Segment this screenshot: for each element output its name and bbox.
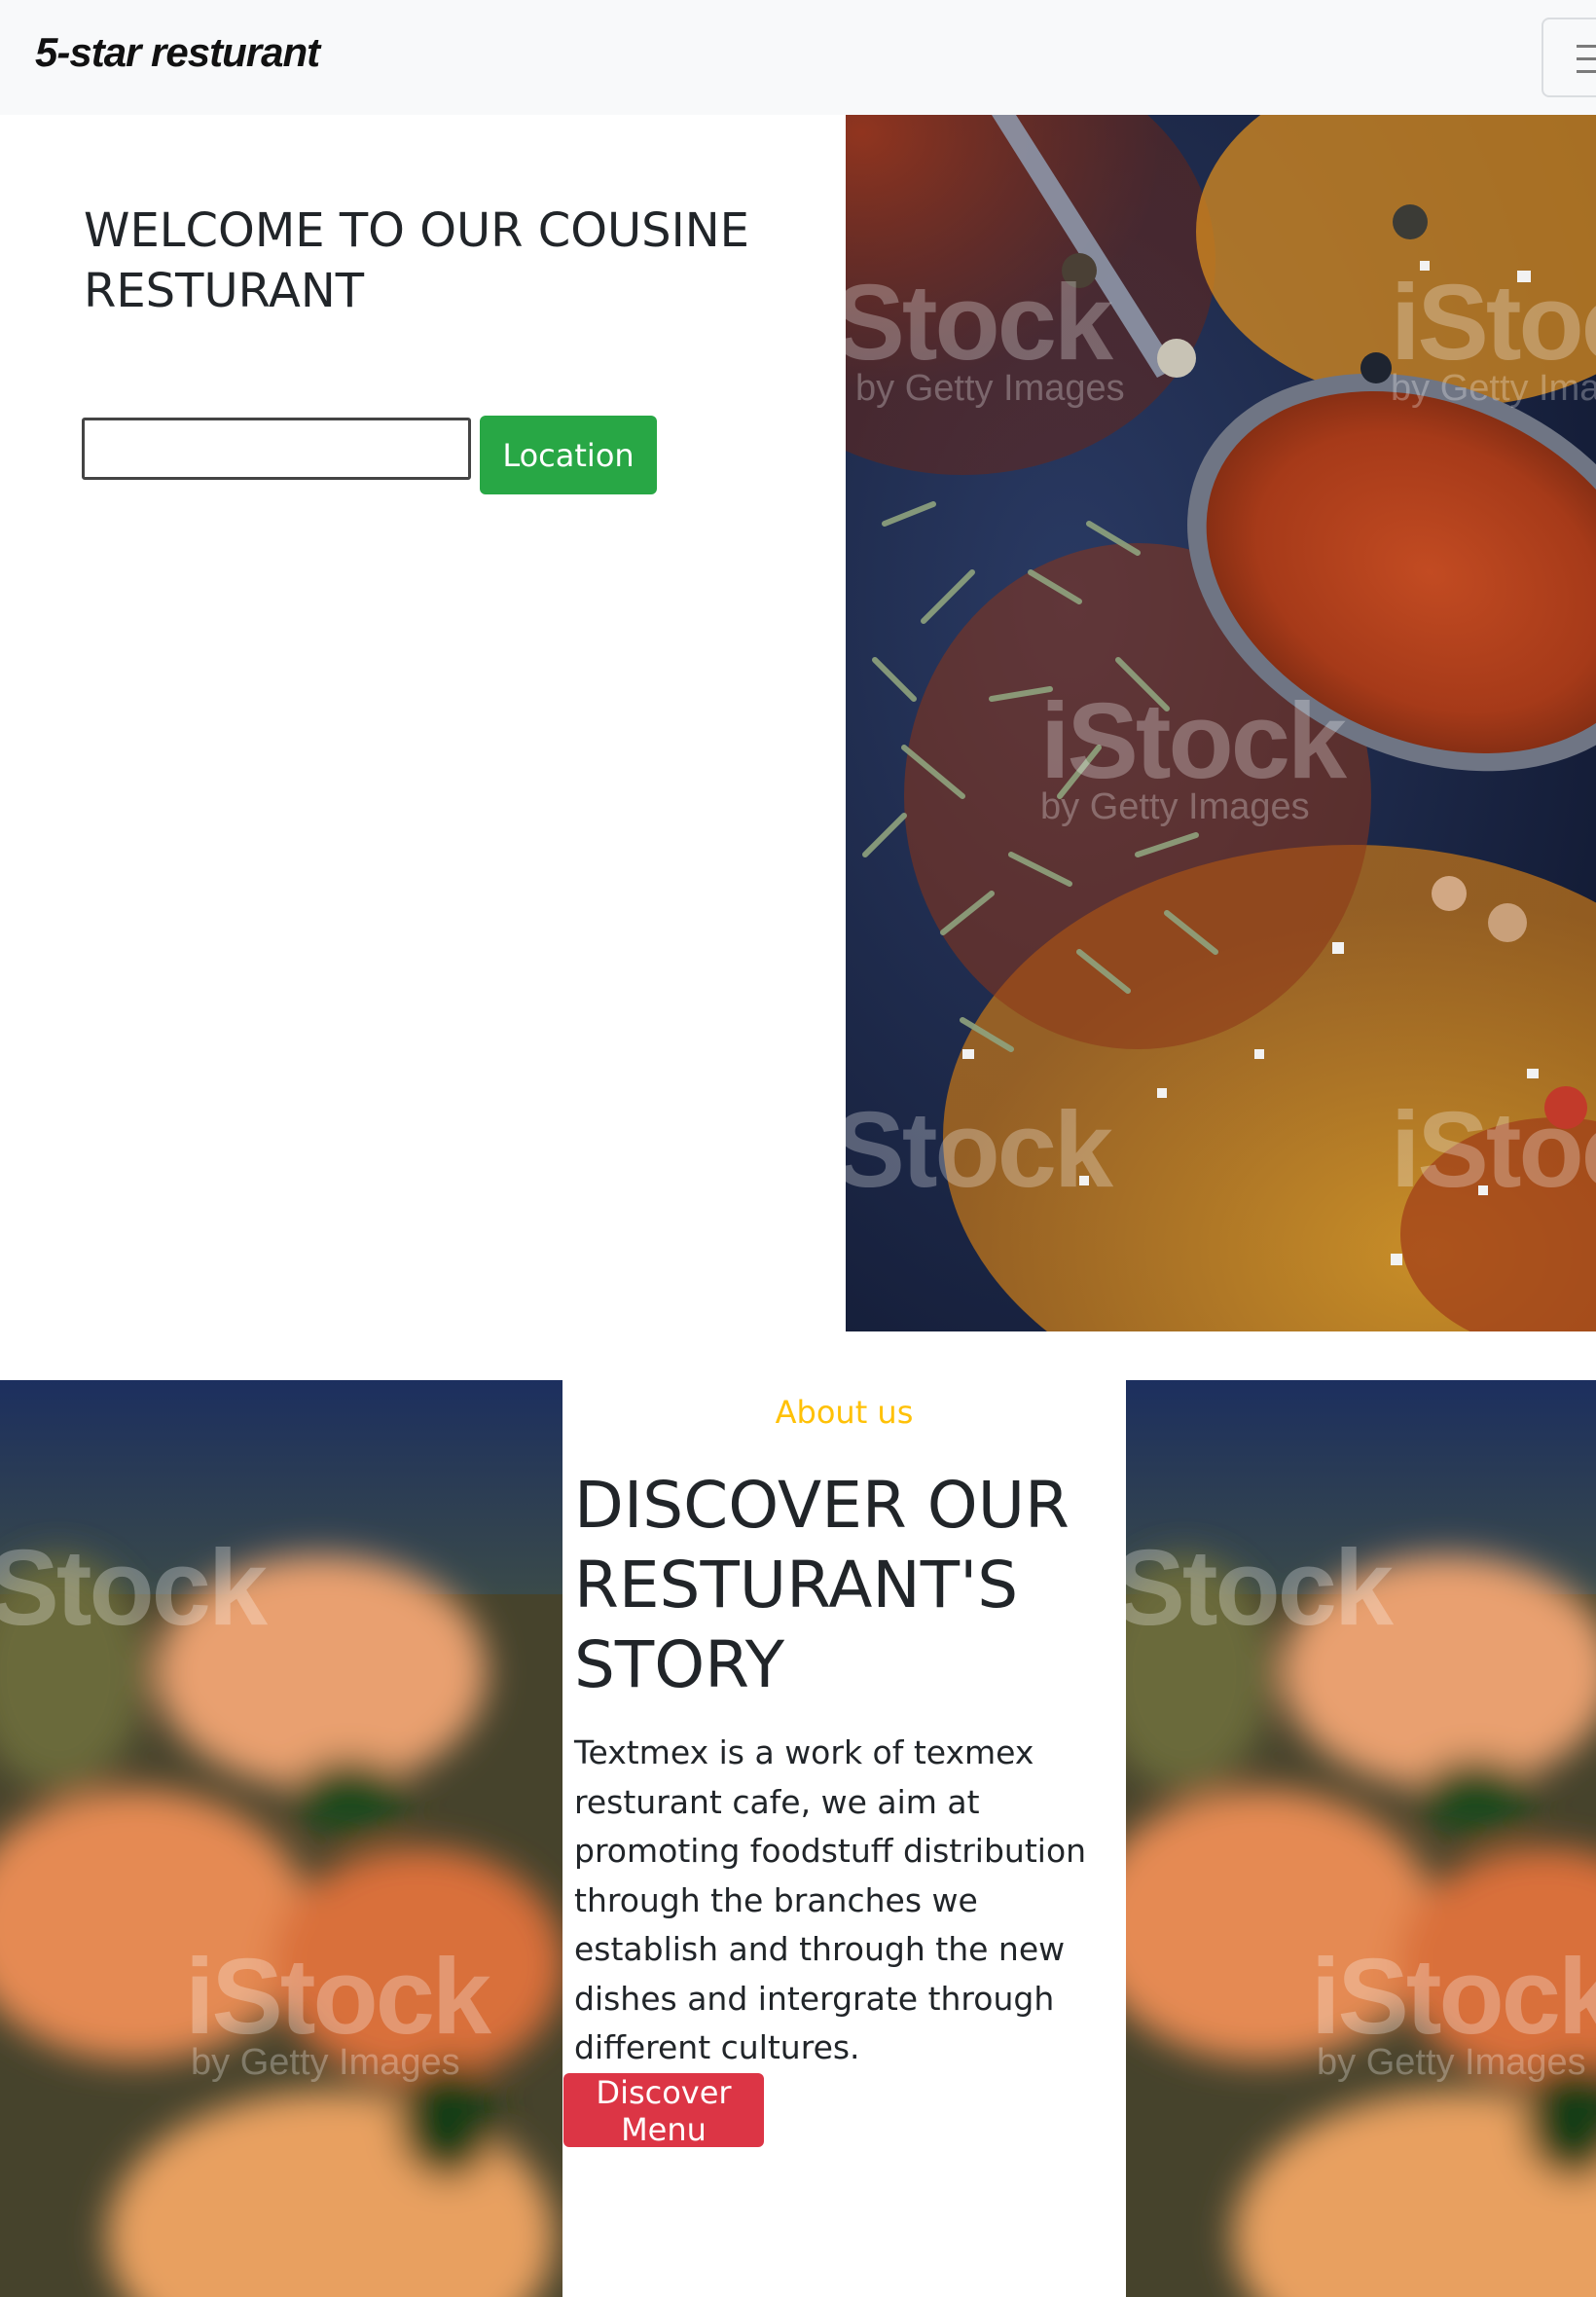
about-title: DISCOVER OUR RESTURANT'S STORY — [574, 1468, 1070, 1702]
discover-menu-button[interactable]: Discover Menu — [563, 2073, 764, 2148]
hero-title: WELCOME TO OUR COUSINE RESTURANT — [84, 203, 749, 318]
shrimp-image-left: iStock iStock by Getty Images — [0, 1380, 562, 2297]
about-text: Textmex is a work of texmex resturant ca… — [574, 1733, 1087, 2066]
about-section: About us DISCOVER OUR RESTURANT'S STORY … — [562, 1380, 1126, 2297]
navbar-toggler-button[interactable] — [1542, 18, 1596, 97]
location-button[interactable]: Location — [480, 416, 657, 494]
about-kicker: About us — [775, 1394, 914, 1431]
hamburger-icon — [1577, 45, 1596, 83]
shrimp-image-right: iStock iStock by Getty Images — [1126, 1380, 1596, 2297]
spices-image: iStock by Getty Images iStock by Getty I… — [846, 115, 1596, 1331]
location-input[interactable] — [82, 418, 471, 480]
brand-logo[interactable]: 5-star resturant — [35, 29, 320, 76]
navbar: 5-star resturant — [0, 0, 1596, 115]
